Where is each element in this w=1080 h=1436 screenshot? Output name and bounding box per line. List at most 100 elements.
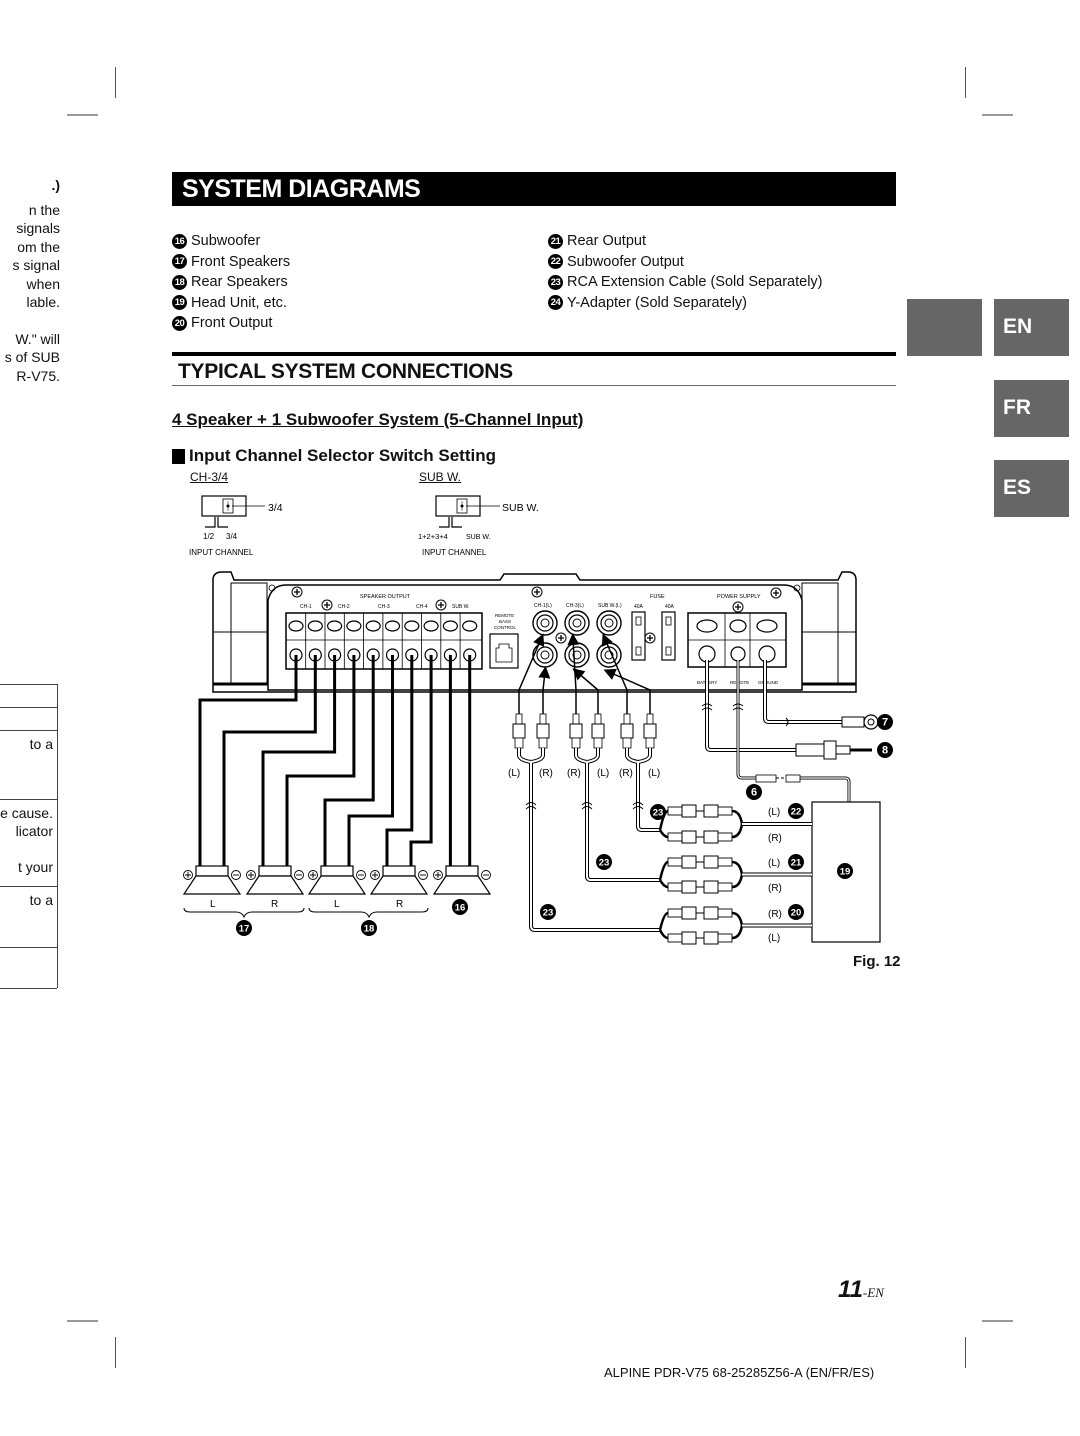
crop-mark — [965, 1337, 966, 1368]
callout-front-output: 20 — [788, 904, 804, 920]
plus-terminal-icon — [183, 870, 193, 880]
channel-label: CH-2 — [338, 604, 350, 610]
rca-extension-connector — [658, 906, 744, 931]
rca-label: CH-3(L) — [566, 603, 584, 609]
terminal-screw — [423, 620, 439, 632]
terminal-screw — [307, 620, 323, 632]
minus-terminal-icon — [418, 870, 428, 880]
callout-front-speakers: 17 — [236, 920, 252, 936]
fuse-value: 40A — [634, 604, 644, 610]
callout-sub-output: 22 — [788, 803, 804, 819]
minus-terminal-icon — [481, 870, 491, 880]
channel-label: SUB W. — [452, 604, 470, 610]
screw-icon — [555, 632, 567, 644]
rca-plug — [512, 713, 526, 749]
terminal-screw — [404, 620, 420, 632]
page-number-suffix: -EN — [862, 1285, 884, 1300]
speaker-side-label: L — [210, 899, 216, 910]
callout-number: 7 — [882, 717, 888, 729]
switch-setting: SUB W. — [502, 502, 539, 514]
rca-extension-connector — [658, 925, 744, 945]
terminal-screw — [442, 620, 458, 632]
callout-extension-cable: 23 — [540, 904, 556, 920]
speakers — [182, 865, 492, 895]
minus-terminal-icon — [231, 870, 241, 880]
rca-plug — [643, 713, 657, 749]
screw-icon — [321, 599, 333, 611]
callout-number: 16 — [455, 903, 466, 914]
rca-extension-connector — [658, 804, 744, 831]
rca-extension-connector — [658, 855, 744, 881]
screw-icon — [732, 601, 744, 613]
rca-cable-label: (L) — [648, 768, 660, 779]
channel-label: CH-1 — [300, 604, 312, 610]
terminal-screw — [327, 620, 343, 632]
extension-cables — [658, 804, 812, 945]
callout-remote-lead: 6 — [746, 784, 762, 800]
callout-number: 21 — [791, 858, 802, 869]
channel-label: CH-4 — [416, 604, 428, 610]
callout-number: 17 — [239, 924, 250, 935]
speaker-brace — [183, 907, 429, 919]
terminal-screw — [462, 620, 478, 632]
switch-subw: SUB W. 1+2+3+4 SUB W. INPUT CHANNEL — [418, 495, 539, 557]
rca-jack — [532, 610, 558, 636]
terminal-screw — [365, 620, 381, 632]
rca-extension-connector — [658, 874, 744, 894]
speaker-side-label: R — [396, 899, 403, 910]
callout-extension-cable: 23 — [650, 804, 666, 820]
rca-plug — [536, 713, 550, 749]
rca-plug — [569, 713, 583, 749]
rca-extension-connector — [658, 823, 744, 844]
plus-terminal-icon — [308, 870, 318, 880]
switch-position: 1+2+3+4 — [418, 532, 448, 541]
crop-mark — [67, 1320, 98, 1322]
crop-mark — [982, 1320, 1013, 1322]
output-channel-label: (R) — [768, 883, 782, 894]
speaker-icon — [369, 865, 429, 895]
rca-cable-label: (L) — [508, 768, 520, 779]
rca-cable-label: (R) — [539, 768, 553, 779]
rca-label: SUB W.(L) — [598, 603, 622, 609]
rca-cable-label: (R) — [619, 768, 633, 779]
figure-label: Fig. 12 — [853, 953, 901, 970]
screw-icon — [770, 587, 782, 599]
remote-label: BASS — [499, 619, 511, 624]
speaker-output-label: SPEAKER OUTPUT — [360, 594, 411, 600]
rca-jack — [596, 610, 622, 636]
callout-number: 23 — [543, 908, 554, 919]
terminal-screw — [384, 620, 401, 632]
callout-fuse-holder: 8 — [877, 742, 893, 758]
minus-terminal-icon — [294, 870, 304, 880]
terminal-screw — [288, 620, 304, 632]
callout-number: 19 — [840, 867, 851, 878]
rca-label: CH-1(L) — [534, 603, 552, 609]
rca-plug — [591, 713, 605, 749]
remote-label: REMOTE — [495, 613, 514, 618]
callout-rear-speakers: 18 — [361, 920, 377, 936]
plus-terminal-icon — [370, 870, 380, 880]
callout-subwoofer: 16 — [452, 899, 468, 915]
power-terminal-label: GROUND — [758, 680, 779, 685]
switch-ch34: 3/4 1/2 3/4 INPUT CHANNEL — [189, 495, 283, 557]
output-channel-label: (L) — [768, 933, 780, 944]
page-number: 11-EN — [838, 1276, 884, 1304]
plus-terminal-icon — [433, 870, 443, 880]
remote-label: CONTROL — [494, 625, 516, 630]
minus-terminal-icon — [356, 870, 366, 880]
footer-model-code: ALPINE PDR-V75 68-25285Z56-A (EN/FR/ES) — [604, 1365, 875, 1380]
output-channel-label: (L) — [768, 858, 780, 869]
switch-position: SUB W. — [466, 534, 491, 541]
fuse-value: 40A — [665, 604, 675, 610]
speaker-icon — [307, 865, 367, 895]
rca-plug — [620, 713, 634, 749]
speaker-side-label: L — [334, 899, 340, 910]
callout-head-unit: 19 — [837, 863, 853, 879]
terminal-screw — [346, 620, 362, 632]
speaker-icon — [245, 865, 305, 895]
callout-number: 6 — [751, 787, 757, 799]
screw-icon — [435, 599, 447, 611]
rca-cable-label: (L) — [597, 768, 609, 779]
callout-number: 23 — [653, 808, 664, 819]
power-terminal-block — [687, 612, 787, 668]
